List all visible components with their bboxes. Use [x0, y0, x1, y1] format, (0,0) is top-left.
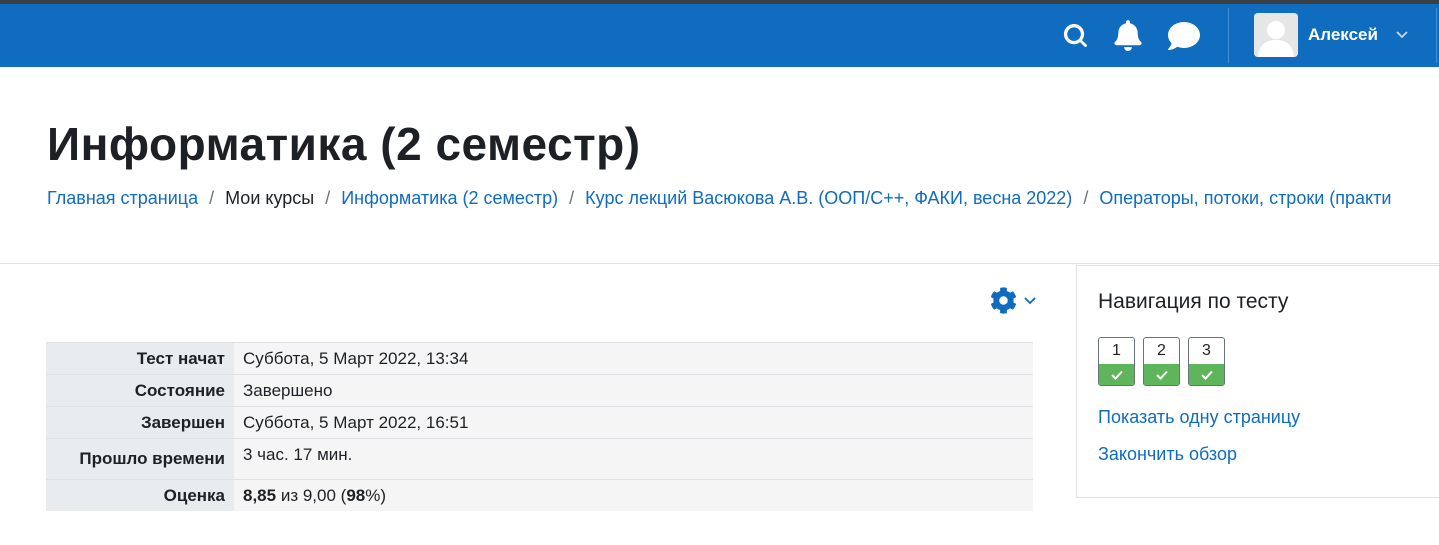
- table-row: Оценка 8,85 из 9,00 (98%): [46, 479, 1033, 511]
- breadcrumb-separator: /: [569, 188, 575, 208]
- row-value: Завершено: [234, 374, 1033, 407]
- page-header: Информатика (2 семестр) Главная страница…: [0, 67, 1439, 264]
- row-value: Суббота, 5 Март 2022, 16:51: [234, 406, 1033, 439]
- grade-score: 8,85: [243, 486, 277, 505]
- grade-percent-suffix: %): [365, 486, 387, 505]
- breadcrumb-my-courses: Мои курсы: [225, 188, 315, 208]
- breadcrumb-separator: /: [325, 188, 331, 208]
- question-number: 3: [1202, 342, 1211, 359]
- quiz-navigation-block: Навигация по тесту 1 2 3 Показать одну с…: [1076, 265, 1439, 498]
- grade-percent: 98: [346, 486, 366, 505]
- chevron-down-icon: [1024, 296, 1036, 305]
- row-label: Прошло времени: [46, 438, 234, 480]
- row-label: Оценка: [46, 479, 234, 511]
- table-row: Завершен Суббота, 5 Март 2022, 16:51: [46, 406, 1033, 439]
- row-value: 3 час. 17 мин.: [234, 438, 1033, 480]
- breadcrumb: Главная страница / Мои курсы / Информати…: [47, 188, 1391, 209]
- row-label: Состояние: [46, 374, 234, 407]
- actions-menu-button[interactable]: [990, 287, 1036, 314]
- row-value: Суббота, 5 Март 2022, 13:34: [234, 342, 1033, 375]
- user-avatar-icon: [1254, 13, 1298, 57]
- row-label: Завершен: [46, 406, 234, 439]
- check-icon: [1099, 364, 1134, 385]
- check-icon: [1144, 364, 1179, 385]
- question-button-1[interactable]: 1: [1098, 337, 1135, 386]
- finish-review-link[interactable]: Закончить обзор: [1098, 444, 1237, 465]
- bell-icon[interactable]: [1112, 4, 1144, 67]
- question-number: 2: [1157, 342, 1166, 359]
- navbar: Алексей: [0, 4, 1439, 67]
- breadcrumb-section[interactable]: Курс лекций Васюкова А.В. (ООП/C++, ФАКИ…: [585, 188, 1072, 209]
- table-row: Прошло времени 3 час. 17 мин.: [46, 438, 1033, 480]
- breadcrumb-quiz[interactable]: Операторы, потоки, строки (практи: [1099, 188, 1391, 209]
- table-row: Тест начат Суббота, 5 Март 2022, 13:34: [46, 342, 1033, 375]
- user-menu[interactable]: Алексей: [1254, 13, 1408, 57]
- page-title: Информатика (2 семестр): [47, 118, 641, 170]
- breadcrumb-separator: /: [1083, 188, 1089, 208]
- gear-icon: [990, 287, 1017, 314]
- search-icon[interactable]: [1060, 4, 1090, 67]
- question-button-2[interactable]: 2: [1143, 337, 1180, 386]
- quiz-navigation-title: Навигация по тесту: [1098, 290, 1289, 313]
- grade-of: из 9,00 (: [276, 486, 347, 505]
- navbar-divider: [1436, 8, 1437, 63]
- breadcrumb-separator: /: [209, 188, 215, 208]
- breadcrumb-home[interactable]: Главная страница: [47, 188, 198, 209]
- chevron-down-icon: [1396, 31, 1408, 39]
- question-button-3[interactable]: 3: [1188, 337, 1225, 386]
- chat-icon[interactable]: [1166, 4, 1202, 67]
- quiz-summary-table: Тест начат Суббота, 5 Март 2022, 13:34 С…: [46, 342, 1033, 511]
- show-one-page-link[interactable]: Показать одну страницу: [1098, 407, 1300, 428]
- check-icon: [1189, 364, 1224, 385]
- row-label: Тест начат: [46, 342, 234, 375]
- table-row: Состояние Завершено: [46, 374, 1033, 407]
- navbar-divider: [1228, 8, 1229, 63]
- breadcrumb-course[interactable]: Информатика (2 семестр): [341, 188, 558, 209]
- question-number: 1: [1112, 342, 1121, 359]
- user-name: Алексей: [1308, 25, 1378, 44]
- grade-value: 8,85 из 9,00 (98%): [234, 479, 1033, 511]
